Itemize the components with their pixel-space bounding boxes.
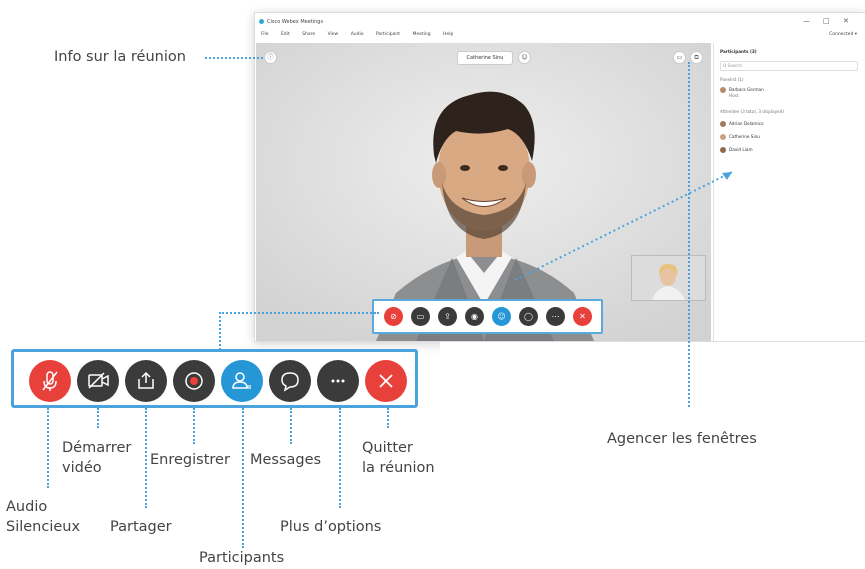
arrange-windows-label: Agencer les fenêtres xyxy=(607,431,757,447)
audio-mute-label-line1: Audio xyxy=(6,499,48,515)
start-video-label-line1: Démarrer xyxy=(62,440,132,456)
speaker-status-icon: ☺ xyxy=(518,51,531,64)
avatar xyxy=(720,134,726,140)
connector-line xyxy=(219,312,379,314)
connector-line xyxy=(205,57,263,59)
chat-icon[interactable]: ◯ xyxy=(519,307,538,326)
messages-button[interactable] xyxy=(269,360,311,402)
start-video-label-line2: vidéo xyxy=(62,460,102,476)
arrange-windows-icon[interactable]: ⧉ xyxy=(690,51,703,64)
window-title: Cisco Webex Meetings xyxy=(267,19,324,25)
panelist-role: Host xyxy=(729,93,739,98)
connector-line xyxy=(97,408,99,428)
title-bar: Cisco Webex Meetings — □ ✕ xyxy=(255,13,865,31)
menu-bar: File Edit Share View Audio Participant M… xyxy=(255,31,865,41)
connector-line xyxy=(290,408,292,444)
connector-line xyxy=(145,408,147,508)
menu-edit[interactable]: Edit xyxy=(281,32,290,37)
record-button[interactable] xyxy=(173,360,215,402)
panel-title: Participants (3) xyxy=(720,49,757,54)
connector-line xyxy=(387,408,389,428)
more-icon[interactable]: ⋯ xyxy=(546,307,565,326)
menu-participant[interactable]: Participant xyxy=(376,32,400,37)
participants-icon xyxy=(232,372,251,389)
start-video-label: Démarrer vidéo xyxy=(62,438,131,478)
leave-meeting-button[interactable] xyxy=(365,360,407,402)
connection-status[interactable]: Connected ▾ xyxy=(829,32,857,37)
meeting-toolbar-preview: ⊘ ▭ ⇪ ◉ ☺ ◯ ⋯ ✕ xyxy=(372,299,603,334)
audio-mute-label-line2: Silencieux xyxy=(6,519,81,535)
chat-icon xyxy=(281,372,299,392)
participants-icon[interactable]: ☺ xyxy=(492,307,511,326)
messages-label: Messages xyxy=(250,452,322,468)
video-icon[interactable]: ▭ xyxy=(411,307,430,326)
start-video-button[interactable] xyxy=(77,360,119,402)
attendee-name: Catherine Sinu xyxy=(729,134,760,139)
record-label: Enregistrer xyxy=(150,452,230,468)
attendee-name: David Liam xyxy=(729,147,753,152)
quit-label-line1: Quitter xyxy=(362,440,413,456)
leave-icon[interactable]: ✕ xyxy=(573,307,592,326)
connector-line xyxy=(242,408,244,548)
connector-line xyxy=(193,408,195,444)
participants-button[interactable] xyxy=(221,360,263,402)
attendee-row[interactable]: Catherine Sinu xyxy=(720,134,760,140)
minimize-button[interactable]: — xyxy=(803,17,810,25)
avatar xyxy=(720,147,726,153)
share-icon xyxy=(138,371,154,389)
panelist-row[interactable]: Barbara German Host xyxy=(720,87,764,98)
record-icon[interactable]: ◉ xyxy=(465,307,484,326)
mute-button[interactable] xyxy=(29,360,71,402)
menu-file[interactable]: File xyxy=(261,32,269,37)
menu-share[interactable]: Share xyxy=(302,32,315,37)
avatar xyxy=(720,121,726,127)
menu-items: File Edit Share View Audio Participant M… xyxy=(261,32,464,37)
more-options-button[interactable] xyxy=(317,360,359,402)
record-icon xyxy=(185,372,203,390)
maximize-button[interactable]: □ xyxy=(823,17,830,25)
menu-help[interactable]: Help xyxy=(443,32,453,37)
menu-view[interactable]: View xyxy=(328,32,339,37)
connector-line xyxy=(47,408,49,488)
participants-label: Participants xyxy=(199,550,285,566)
video-off-icon xyxy=(88,372,109,389)
more-options-label: Plus d’options xyxy=(280,519,382,535)
menu-audio[interactable]: Audio xyxy=(351,32,364,37)
audio-mute-label: Audio Silencieux xyxy=(6,497,80,537)
more-icon xyxy=(331,379,345,383)
toolbar-callout xyxy=(11,349,418,408)
attendee-name: Adrian Delamico xyxy=(729,121,764,126)
layout-icon[interactable]: ▭ xyxy=(673,51,686,64)
share-icon[interactable]: ⇪ xyxy=(438,307,457,326)
active-speaker-name: Catherine Sinu xyxy=(457,51,513,65)
attendee-row[interactable]: David Liam xyxy=(720,147,753,153)
avatar xyxy=(720,87,726,93)
share-button[interactable] xyxy=(125,360,167,402)
connector-line xyxy=(514,171,733,281)
mic-muted-icon xyxy=(42,371,58,391)
menu-meeting[interactable]: Meeting xyxy=(412,32,430,37)
close-window-button[interactable]: ✕ xyxy=(843,17,849,25)
attendee-row[interactable]: Adrian Delamico xyxy=(720,121,764,127)
mute-icon[interactable]: ⊘ xyxy=(384,307,403,326)
panelist-header[interactable]: Panelist (1) xyxy=(720,77,744,82)
panelist-name: Barbara German xyxy=(729,87,764,92)
background-area xyxy=(440,342,865,372)
webex-logo-icon xyxy=(259,19,264,24)
share-label: Partager xyxy=(110,519,172,535)
meeting-info-icon[interactable]: ⓘ xyxy=(264,51,277,64)
connector-line xyxy=(219,312,221,350)
participant-search-input[interactable]: Q Search xyxy=(720,61,858,71)
meeting-info-label: Info sur la réunion xyxy=(54,49,186,65)
quit-label-line2: la réunion xyxy=(362,460,435,476)
quit-label: Quitter la réunion xyxy=(362,438,435,478)
attendee-header[interactable]: Attendee (3 total, 3 displayed) xyxy=(720,109,784,114)
connector-line xyxy=(339,408,341,508)
close-icon xyxy=(379,374,393,388)
